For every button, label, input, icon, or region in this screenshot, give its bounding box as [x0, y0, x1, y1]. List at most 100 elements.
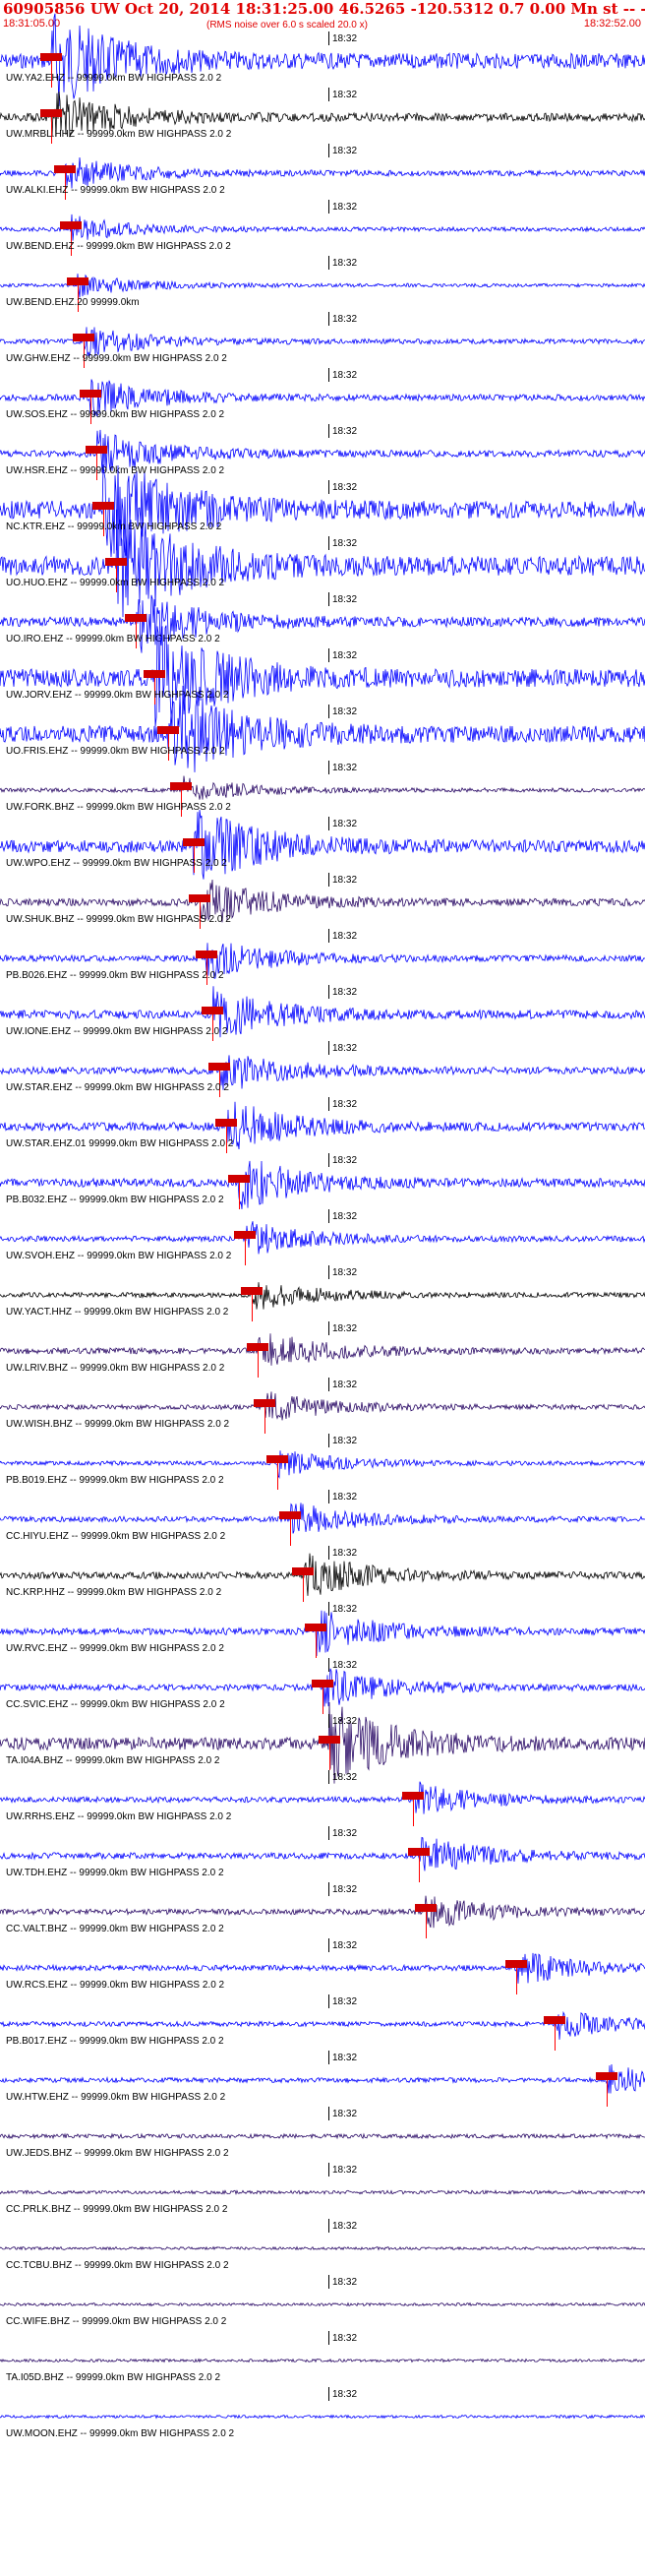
minute-tick-line: [328, 1321, 329, 1335]
pick-marker: [414, 1904, 437, 1912]
minute-tick-label: 18:32: [332, 1211, 358, 1222]
minute-tick-label: 18:32: [332, 426, 358, 437]
pick-marker: [266, 1455, 289, 1463]
trace-label: UW.SVOH.EHZ -- 99999.0km BW HIGHPASS 2.0…: [6, 1251, 232, 1261]
minute-tick-label: 18:32: [332, 202, 358, 213]
minute-tick-line: [328, 1097, 329, 1111]
minute-tick-line: [328, 256, 329, 270]
trace-row: 18:32 UW.MOON.EHZ -- 99999.0km BW HIGHPAS…: [0, 2387, 645, 2443]
minute-tick-label: 18:32: [332, 1884, 358, 1895]
trace-label: UW.STAR.EHZ.01 99999.0km BW HIGHPASS 2.0…: [6, 1138, 234, 1149]
pick-line: [258, 1351, 260, 1378]
pick-marker: [401, 1792, 424, 1800]
trace-label: UW.RVC.EHZ -- 99999.0km BW HIGHPASS 2.0 …: [6, 1643, 224, 1654]
trace-row: 18:32 UW.BEND.EHZ -- 99999.0km BW HIGHPAS…: [0, 200, 645, 256]
trace-row: 18:32 UW.RRHS.EHZ -- 99999.0km BW HIGHPAS…: [0, 1770, 645, 1826]
minute-tick-label: 18:32: [332, 1380, 358, 1390]
pick-line: [316, 1631, 318, 1658]
trace-label: UW.GHW.EHZ -- 99999.0km BW HIGHPASS 2.0 …: [6, 353, 227, 364]
pick-marker: [124, 614, 147, 622]
trace-label: UW.BEND.EHZ.20 99999.0km: [6, 297, 140, 308]
trace-label: PB.B019.EHZ -- 99999.0km BW HIGHPASS 2.0…: [6, 1475, 224, 1486]
minute-tick-line: [328, 1546, 329, 1560]
trace-row: 18:32 UW.JEDS.BHZ -- 99999.0km BW HIGHPAS…: [0, 2107, 645, 2163]
minute-tick-line: [328, 2387, 329, 2401]
minute-tick-line: [328, 985, 329, 999]
pick-marker: [40, 109, 63, 117]
pick-marker: [234, 1231, 257, 1239]
minute-tick-label: 18:32: [332, 1323, 358, 1334]
minute-tick-line: [328, 1882, 329, 1896]
minute-tick-line: [328, 2107, 329, 2120]
pick-line: [245, 1239, 247, 1265]
minute-tick-label: 18:32: [332, 1267, 358, 1278]
pick-marker: [195, 951, 217, 958]
trace-label: UW.SOS.EHZ -- 99999.0km BW HIGHPASS 2.0 …: [6, 409, 225, 420]
waveform-line: [0, 2189, 645, 2195]
minute-tick-line: [328, 144, 329, 157]
trace-label: PB.B026.EHZ -- 99999.0km BW HIGHPASS 2.0…: [6, 970, 224, 981]
trace-label: UW.HSR.EHZ -- 99999.0km BW HIGHPASS 2.0 …: [6, 465, 225, 476]
waveform-line: [0, 2358, 645, 2363]
minute-tick-label: 18:32: [332, 987, 358, 998]
trace-label: UW.TDH.EHZ -- 99999.0km BW HIGHPASS 2.0 …: [6, 1868, 224, 1878]
trace-row: 18:32 CC.PRLK.BHZ -- 99999.0km BW HIGHPAS…: [0, 2163, 645, 2219]
minute-tick-label: 18:32: [332, 1099, 358, 1110]
trace-row: 18:32 UO.HUO.EHZ -- 99999.0km BW HIGHPASS…: [0, 509, 645, 618]
pick-line: [238, 1183, 240, 1209]
trace-label: TA.I04A.BHZ -- 99999.0km BW HIGHPASS 2.0…: [6, 1755, 220, 1766]
trace-label: CC.TCBU.BHZ -- 99999.0km BW HIGHPASS 2.0…: [6, 2260, 229, 2271]
trace-row: 18:32 PB.B032.EHZ -- 99999.0km BW HIGHPAS…: [0, 1153, 645, 1209]
minute-tick-line: [328, 1265, 329, 1279]
trace-row: 18:32 UW.HTW.EHZ -- 99999.0km BW HIGHPASS…: [0, 2051, 645, 2107]
waveform-line: [0, 1391, 645, 1421]
waveform-line: [0, 1503, 645, 1534]
minute-tick-line: [328, 536, 329, 550]
trace-row: 18:32 UW.HSR.EHZ -- 99999.0km BW HIGHPASS…: [0, 424, 645, 480]
minute-tick-label: 18:32: [332, 33, 358, 44]
minute-tick-label: 18:32: [332, 1828, 358, 1839]
trace-label: UW.LRIV.BHZ -- 99999.0km BW HIGHPASS 2.0…: [6, 1363, 225, 1374]
pick-marker: [544, 2016, 566, 2024]
pick-marker: [169, 782, 192, 790]
trace-label: UW.IONE.EHZ -- 99999.0km BW HIGHPASS 2.0…: [6, 1026, 228, 1037]
trace-row: 18:32 UW.YACT.HHZ -- 99999.0km BW HIGHPAS…: [0, 1265, 645, 1321]
pick-line: [515, 1968, 517, 1994]
trace-label: UW.STAR.EHZ -- 99999.0km BW HIGHPASS 2.0…: [6, 1082, 229, 1093]
trace-row: 18:32 UW.GHW.EHZ -- 99999.0km BW HIGHPASS…: [0, 312, 645, 368]
minute-tick-line: [328, 1602, 329, 1616]
minute-tick-line: [328, 761, 329, 774]
pick-marker: [227, 1175, 250, 1183]
minute-tick-line: [328, 200, 329, 214]
minute-tick-label: 18:32: [332, 875, 358, 886]
trace-row: 18:32 UW.MRBL.HHZ -- 99999.0km BW HIGHPAS…: [0, 88, 645, 144]
minute-tick-line: [328, 2163, 329, 2177]
pick-marker: [40, 53, 63, 61]
minute-tick-label: 18:32: [332, 763, 358, 773]
minute-tick-label: 18:32: [332, 1772, 358, 1783]
trace-row: 18:32 UW.RVC.EHZ -- 99999.0km BW HIGHPASS…: [0, 1602, 645, 1658]
trace-label: UW.YACT.HHZ -- 99999.0km BW HIGHPASS 2.0…: [6, 1307, 229, 1318]
minute-tick-line: [328, 312, 329, 326]
minute-tick-line: [328, 592, 329, 606]
trace-row: 18:32 TA.I05D.BHZ -- 99999.0km BW HIGHPAS…: [0, 2331, 645, 2387]
waveform-line: [0, 2414, 645, 2420]
trace-row: 18:32 UW.YA2.EHZ -- 99999.0km BW HIGHPASS…: [0, 13, 645, 106]
waveform-line: [0, 1221, 645, 1255]
minute-tick-line: [328, 1041, 329, 1055]
trace-label: UW.WISH.BHZ -- 99999.0km BW HIGHPASS 2.0…: [6, 1419, 230, 1430]
trace-label: CC.HIYU.EHZ -- 99999.0km BW HIGHPASS 2.0…: [6, 1531, 226, 1542]
minute-tick-label: 18:32: [332, 90, 358, 100]
pick-marker: [53, 165, 76, 173]
minute-tick-line: [328, 929, 329, 943]
pick-line: [264, 1407, 265, 1434]
pick-marker: [156, 726, 179, 734]
minute-tick-line: [328, 1658, 329, 1672]
pick-line: [277, 1463, 279, 1490]
minute-tick-line: [328, 1770, 329, 1784]
pick-marker: [240, 1287, 263, 1295]
pick-marker: [247, 1343, 269, 1351]
minute-tick-line: [328, 1994, 329, 2008]
trace-label: UO.IRO.EHZ -- 99999.0km BW HIGHPASS 2.0 …: [6, 634, 220, 644]
minute-tick-line: [328, 1490, 329, 1503]
